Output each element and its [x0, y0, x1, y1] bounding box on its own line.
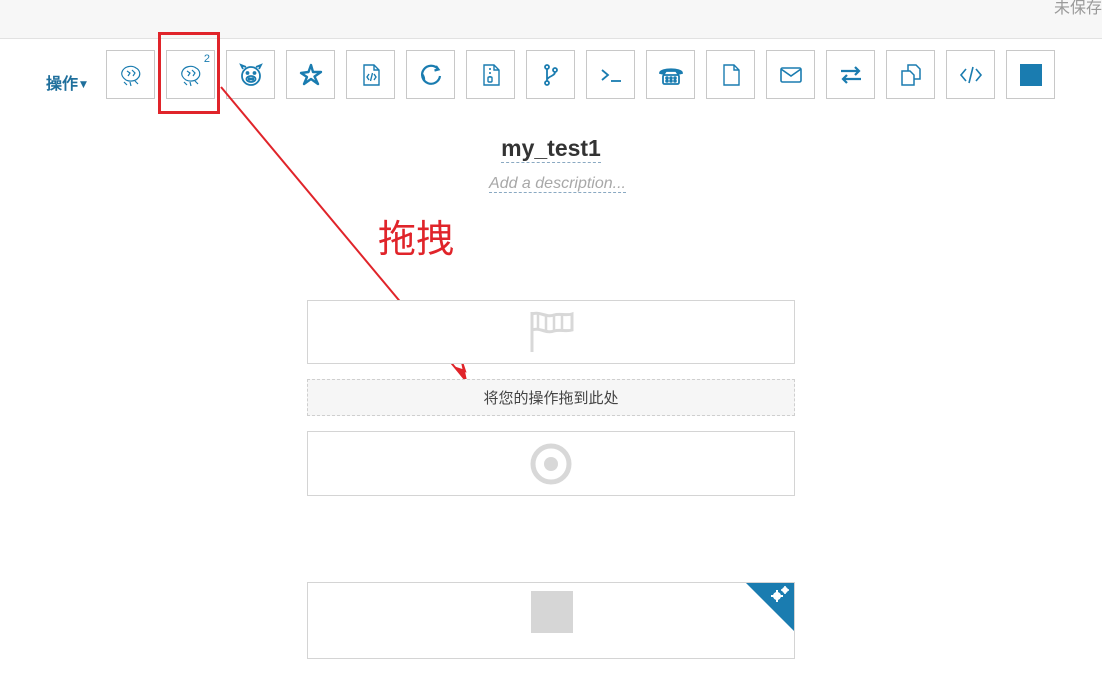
kill-action-button[interactable] [1006, 50, 1055, 99]
subworkflow-action-button[interactable] [526, 50, 575, 99]
spark-icon [299, 63, 322, 85]
ssh-icon [658, 67, 683, 85]
target-icon [530, 443, 572, 484]
hive-action-button[interactable] [106, 50, 155, 99]
pig-icon [238, 62, 263, 86]
end-node[interactable] [307, 431, 795, 496]
hive-icon [120, 65, 140, 86]
highlight-box [158, 32, 220, 114]
fs-action-button[interactable] [706, 50, 755, 99]
email-action-button[interactable] [766, 50, 815, 99]
save-status: 未保存 [1053, 0, 1102, 17]
email-icon [779, 66, 802, 83]
sqoop-action-button[interactable] [406, 50, 455, 99]
drop-zone[interactable]: 将您的操作拖到此处 [307, 379, 795, 416]
sqoop-icon [420, 64, 441, 85]
start-node[interactable] [307, 300, 795, 364]
kill-node-icon [531, 591, 573, 633]
gears-icon[interactable] [770, 585, 790, 605]
spark-action-button[interactable] [286, 50, 335, 99]
streaming-action-button[interactable] [826, 50, 875, 99]
hdfs-file-icon [722, 63, 740, 86]
action-toolbar: 2 [106, 50, 1055, 101]
mapreduce-action-button[interactable] [466, 50, 515, 99]
subworkflow-icon [543, 63, 558, 86]
generic-action-button[interactable] [946, 50, 995, 99]
ssh-action-button[interactable] [646, 50, 695, 99]
drag-annotation: 拖拽 [378, 217, 455, 261]
distcp-action-button[interactable] [886, 50, 935, 99]
shell-action-button[interactable] [586, 50, 635, 99]
shell-icon [600, 68, 621, 82]
caret-down-icon: ▼ [80, 80, 87, 90]
java-action-button[interactable] [346, 50, 395, 99]
workflow-name-editable[interactable]: my_test1 [501, 135, 601, 163]
workflow-desc-wrap: Add a description... [0, 175, 1102, 193]
flag-icon [530, 311, 574, 352]
mapreduce-jar-icon [482, 63, 500, 86]
java-file-icon [362, 63, 380, 86]
workflow-description-editable[interactable]: Add a description... [489, 175, 626, 193]
pig-action-button[interactable] [226, 50, 275, 99]
kill-node[interactable] [307, 582, 795, 659]
actions-label: 操作 [46, 74, 79, 93]
streaming-icon [840, 65, 861, 84]
drop-zone-text: 将您的操作拖到此处 [483, 389, 619, 407]
generic-code-icon [959, 66, 982, 83]
actions-dropdown[interactable]: 操作 ▼ [46, 70, 87, 94]
kill-node-icon [1019, 63, 1042, 86]
distcp-icon [900, 63, 921, 86]
workflow-title-wrap: my_test1 [0, 135, 1102, 163]
